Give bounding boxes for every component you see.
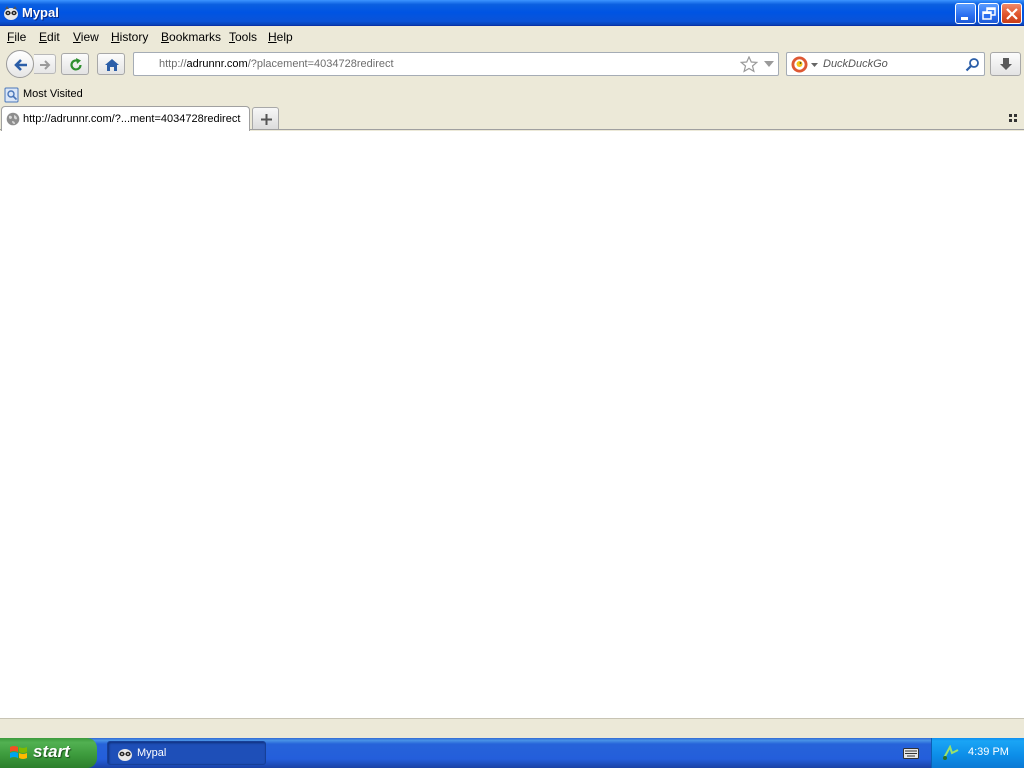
- forward-button[interactable]: [34, 54, 56, 74]
- bookmark-most-visited[interactable]: Most Visited: [23, 88, 83, 100]
- duckduckgo-engine-icon[interactable]: [791, 56, 808, 73]
- close-button[interactable]: [1001, 3, 1022, 24]
- restore-button[interactable]: [978, 3, 999, 24]
- menu-edit[interactable]: Edit: [39, 30, 60, 44]
- minimize-button[interactable]: [955, 3, 976, 24]
- search-bar[interactable]: DuckDuckGo: [786, 52, 985, 76]
- minimize-icon: [961, 17, 968, 20]
- window-title: Mypal: [22, 5, 59, 20]
- menu-tools[interactable]: Tools: [229, 30, 257, 44]
- status-bar: [0, 718, 1024, 738]
- back-button[interactable]: [6, 50, 34, 78]
- search-placeholder: DuckDuckGo: [823, 58, 888, 70]
- menu-view[interactable]: View: [73, 30, 99, 44]
- taskbar: start Mypal 4:39 PM: [0, 738, 1024, 768]
- bookmarks-toolbar: Most Visited: [0, 84, 1024, 105]
- menu-help[interactable]: Help: [268, 30, 293, 44]
- clock: 4:39 PM: [968, 746, 1009, 758]
- menu-file[interactable]: File: [7, 30, 26, 44]
- search-engine-dropdown-icon[interactable]: [811, 63, 818, 67]
- home-button[interactable]: [97, 53, 125, 75]
- tab-list-icon[interactable]: [1008, 113, 1018, 123]
- start-label: start: [33, 742, 70, 761]
- forward-arrow-icon: [40, 60, 51, 70]
- tab-active[interactable]: http://adrunnr.com/?...ment=4034728redir…: [1, 106, 250, 131]
- navigation-toolbar: http://adrunnr.com/?placement=4034728red…: [0, 47, 1024, 83]
- home-icon: [105, 59, 119, 71]
- search-icon[interactable]: [965, 57, 980, 72]
- new-tab-button[interactable]: [252, 107, 279, 129]
- url-bar[interactable]: http://adrunnr.com/?placement=4034728red…: [133, 52, 779, 76]
- system-tray: 4:39 PM: [931, 738, 1024, 768]
- menu-bookmarks[interactable]: Bookmarks: [161, 30, 221, 44]
- globe-favicon-icon: [6, 112, 20, 126]
- downloads-button[interactable]: [990, 52, 1021, 76]
- taskbar-item-mypal[interactable]: Mypal: [107, 741, 266, 765]
- plus-icon: [261, 114, 272, 125]
- restore-icon: [982, 7, 996, 20]
- windows-flag-icon: [10, 746, 27, 759]
- bookmark-star-icon[interactable]: [740, 56, 758, 73]
- keyboard-icon[interactable]: [903, 746, 919, 760]
- taskbar-item-label: Mypal: [137, 747, 167, 759]
- back-arrow-icon: [14, 59, 27, 71]
- network-icon[interactable]: [942, 745, 960, 761]
- tab-label: http://adrunnr.com/?...ment=4034728redir…: [23, 113, 241, 125]
- menu-history[interactable]: History: [111, 30, 148, 44]
- most-visited-folder-icon: [4, 87, 19, 103]
- menu-bar: File Edit View History Bookmarks Tools H…: [0, 27, 1024, 47]
- url-text: http://adrunnr.com/?placement=4034728red…: [159, 58, 394, 70]
- mypal-app-icon: [4, 6, 18, 20]
- tab-strip: http://adrunnr.com/?...ment=4034728redir…: [0, 105, 1024, 131]
- close-icon: [1006, 8, 1018, 20]
- mypal-app-icon: [118, 749, 132, 761]
- start-button[interactable]: start: [0, 738, 97, 768]
- page-content[interactable]: [0, 131, 1024, 718]
- reload-button[interactable]: [61, 53, 89, 75]
- reload-icon: [70, 58, 82, 71]
- window-titlebar[interactable]: Mypal: [0, 0, 1024, 26]
- download-arrow-icon: [1000, 58, 1012, 70]
- url-history-dropdown-icon[interactable]: [764, 61, 774, 67]
